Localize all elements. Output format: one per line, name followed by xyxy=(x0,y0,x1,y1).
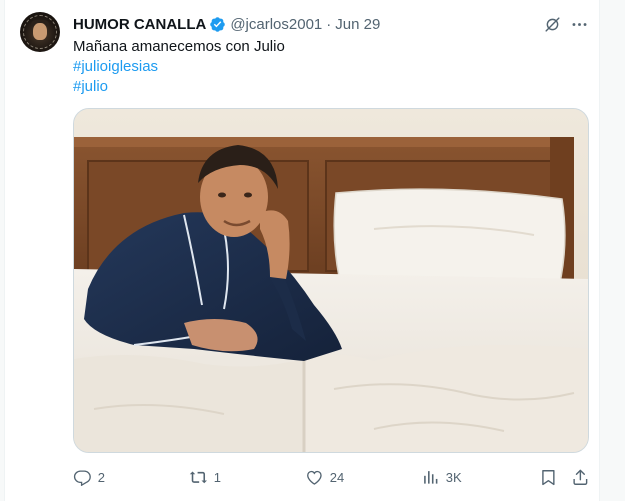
avatar[interactable] xyxy=(20,12,60,52)
display-name[interactable]: HUMOR CANALLA xyxy=(73,16,206,33)
timeline-page: HUMOR CANALLA @jcarlos2001 · Jun 29 Maña… xyxy=(0,0,625,501)
tweet-media-photo[interactable] xyxy=(73,108,589,453)
reply-icon xyxy=(73,468,92,487)
like-icon xyxy=(305,468,324,487)
more-icon[interactable] xyxy=(568,13,590,35)
views-button[interactable]: 3K xyxy=(421,464,462,490)
bookmark-icon xyxy=(539,468,558,487)
user-handle[interactable]: @jcarlos2001 xyxy=(230,16,322,33)
tweet-date[interactable]: Jun 29 xyxy=(335,16,380,33)
reply-count: 2 xyxy=(97,469,105,485)
photo-man-in-bed xyxy=(74,109,588,452)
grok-icon[interactable] xyxy=(541,13,563,35)
repost-icon xyxy=(189,468,208,487)
hashtag-julio[interactable]: #julio xyxy=(73,77,285,97)
repost-count: 1 xyxy=(213,469,221,485)
views-icon xyxy=(421,468,440,487)
share-icon xyxy=(571,468,590,487)
separator-dot: · xyxy=(326,15,332,33)
reply-button[interactable]: 2 xyxy=(73,464,105,490)
tweet-text: Mañana amanecemos con Julio #julioiglesi… xyxy=(73,37,285,97)
avatar-face xyxy=(33,23,47,40)
like-button[interactable]: 24 xyxy=(305,464,344,490)
repost-button[interactable]: 1 xyxy=(189,464,221,490)
hashtag-julioiglesias[interactable]: #julioiglesias xyxy=(73,57,285,77)
bookmark-button[interactable] xyxy=(539,464,558,490)
tweet-card[interactable]: HUMOR CANALLA @jcarlos2001 · Jun 29 Maña… xyxy=(4,0,600,501)
views-count: 3K xyxy=(445,469,462,485)
tweet-body: Mañana amanecemos con Julio xyxy=(73,38,285,55)
tweet-actions: 2 1 24 3K xyxy=(65,464,595,490)
verified-badge-icon xyxy=(209,16,226,33)
like-count: 24 xyxy=(329,469,345,485)
tweet-header: HUMOR CANALLA @jcarlos2001 · Jun 29 xyxy=(73,14,380,34)
share-button[interactable] xyxy=(571,464,590,490)
